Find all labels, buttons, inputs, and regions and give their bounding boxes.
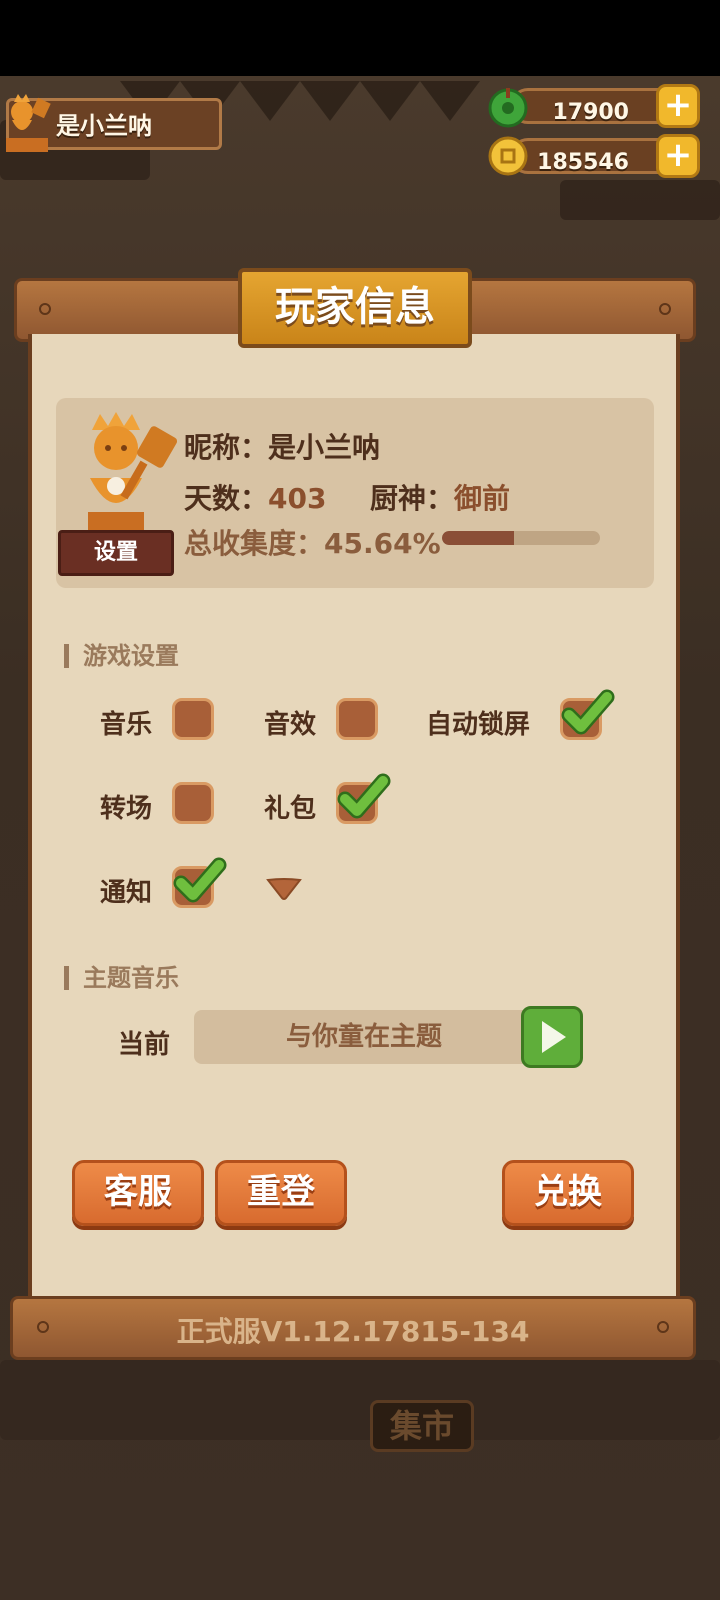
- nail-icon: [659, 303, 671, 315]
- player-name: 是小兰呐: [56, 112, 152, 140]
- status-bar: [0, 0, 720, 76]
- version-label: 正式服V1.12.17815-134: [176, 1315, 530, 1348]
- collection-progress-fill: [442, 531, 515, 545]
- gift-pack-label: 礼包: [264, 794, 317, 824]
- auto-lock-checkbox[interactable]: [560, 689, 615, 740]
- transition-label: 转场: [100, 794, 153, 824]
- settings-button[interactable]: 设置: [58, 530, 174, 576]
- jade-icon: [488, 88, 528, 128]
- coin-currency-bar: 185546: [510, 138, 680, 175]
- play-icon: [542, 1021, 566, 1053]
- expand-arrow-icon[interactable]: [266, 876, 302, 902]
- nail-icon: [39, 303, 51, 315]
- theme-music-heading: 主题音乐: [64, 958, 179, 993]
- gift-pack-checkbox[interactable]: [336, 773, 391, 824]
- current-track-field[interactable]: 与你童在主题: [194, 1010, 534, 1064]
- checkmark-icon: [561, 689, 615, 735]
- auto-lock-label: 自动锁屏: [426, 710, 531, 740]
- nickname-label: 昵称：: [184, 431, 269, 464]
- collection-label: 总收集度：: [184, 527, 325, 560]
- coin-amount: 185546: [537, 150, 629, 175]
- checkmark-icon: [173, 857, 227, 903]
- coin-icon: [488, 136, 528, 176]
- panel-title: 玩家信息: [238, 268, 472, 348]
- market-sign[interactable]: 集市: [370, 1400, 474, 1452]
- nickname-row: 昵称：是小兰呐: [184, 426, 380, 466]
- days-row: 天数：403 厨神：御前: [184, 477, 510, 517]
- current-track-label: 当前: [118, 1030, 171, 1060]
- play-button[interactable]: [521, 1006, 583, 1068]
- add-coin-button[interactable]: +: [656, 134, 700, 178]
- chef-statue-icon: [88, 412, 178, 532]
- music-checkbox[interactable]: [172, 698, 214, 740]
- chef-statue-avatar-icon[interactable]: [0, 90, 54, 154]
- sound-effect-label: 音效: [264, 710, 317, 740]
- background-stall: [560, 180, 720, 220]
- collection-progress-bar: [442, 531, 600, 545]
- collection-value: 45.64%: [324, 527, 441, 560]
- add-jade-button[interactable]: +: [656, 84, 700, 128]
- chef-rank-value: 御前: [453, 482, 510, 515]
- customer-service-button[interactable]: 客服: [72, 1160, 204, 1226]
- notification-label: 通知: [100, 878, 153, 908]
- jade-currency: 17900 +: [488, 84, 700, 128]
- jade-amount: 17900: [552, 100, 629, 125]
- relogin-button[interactable]: 重登: [215, 1160, 347, 1226]
- sound-effect-checkbox[interactable]: [336, 698, 378, 740]
- redeem-button[interactable]: 兑换: [502, 1160, 634, 1226]
- coin-currency: 185546 +: [488, 134, 700, 178]
- jade-currency-bar: 17900: [510, 88, 680, 125]
- days-label: 天数：: [184, 482, 269, 515]
- checkmark-icon: [337, 773, 391, 819]
- background-counter: [0, 1360, 720, 1440]
- notification-checkbox[interactable]: [172, 857, 227, 908]
- game-settings-heading: 游戏设置: [64, 636, 179, 671]
- days-value: 403: [268, 482, 327, 515]
- chef-rank-label: 厨神：: [369, 482, 454, 515]
- music-label: 音乐: [100, 710, 153, 740]
- transition-checkbox[interactable]: [172, 782, 214, 824]
- collection-row: 总收集度：45.64%: [184, 522, 441, 562]
- nickname-value: 是小兰呐: [268, 431, 381, 464]
